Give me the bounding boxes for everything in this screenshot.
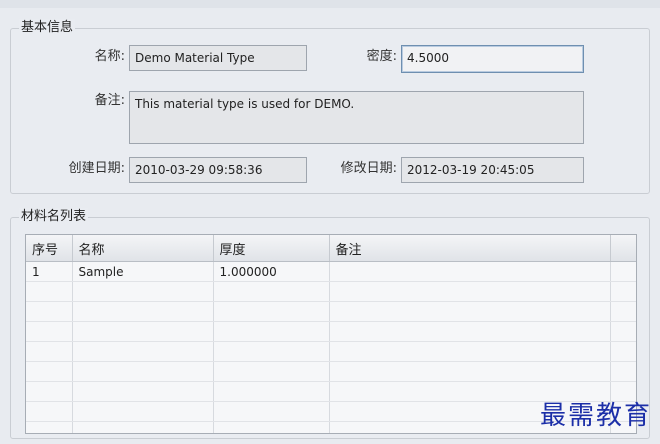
cell-thickness[interactable]: 1.000000 xyxy=(213,261,330,282)
cell-filler xyxy=(610,261,636,282)
cell-index[interactable]: 1 xyxy=(26,261,73,282)
remark-label: 备注: xyxy=(94,93,125,108)
created-date-field[interactable]: 2010-03-29 09:58:36 xyxy=(129,157,307,183)
modified-date-field[interactable]: 2012-03-19 20:45:05 xyxy=(401,157,584,183)
table-row-empty xyxy=(26,341,636,362)
density-field[interactable]: 4.5000 xyxy=(401,45,584,73)
column-header-index[interactable]: 序号 xyxy=(26,235,73,262)
basic-info-group: 基本信息 名称: Demo Material Type 密度: 4.5000 备… xyxy=(10,19,650,194)
column-header-remark[interactable]: 备注 xyxy=(329,235,611,262)
cell-name[interactable]: Sample xyxy=(72,261,214,282)
cell-remark[interactable] xyxy=(329,261,611,282)
column-header-thickness[interactable]: 厚度 xyxy=(213,235,330,262)
created-date-label: 创建日期: xyxy=(68,161,125,176)
remark-field[interactable]: This material type is used for DEMO. xyxy=(129,91,584,144)
basic-info-title: 基本信息 xyxy=(19,19,76,37)
grid-header-row: 序号 名称 厚度 备注 xyxy=(26,235,636,262)
name-label: 名称: xyxy=(94,49,125,64)
density-label: 密度: xyxy=(366,49,397,64)
column-header-name[interactable]: 名称 xyxy=(72,235,214,262)
table-row-empty xyxy=(26,301,636,322)
table-row[interactable]: 1 Sample 1.000000 xyxy=(26,261,636,282)
column-header-filler xyxy=(610,235,636,262)
table-row-empty xyxy=(26,361,636,382)
table-row-empty xyxy=(26,281,636,302)
modified-date-label: 修改日期: xyxy=(340,161,397,176)
material-list-title: 材料名列表 xyxy=(19,208,89,226)
watermark-logo: 最需教育 xyxy=(539,401,652,431)
top-strip xyxy=(0,0,660,8)
table-row-empty xyxy=(26,321,636,342)
name-field[interactable]: Demo Material Type xyxy=(129,45,307,71)
